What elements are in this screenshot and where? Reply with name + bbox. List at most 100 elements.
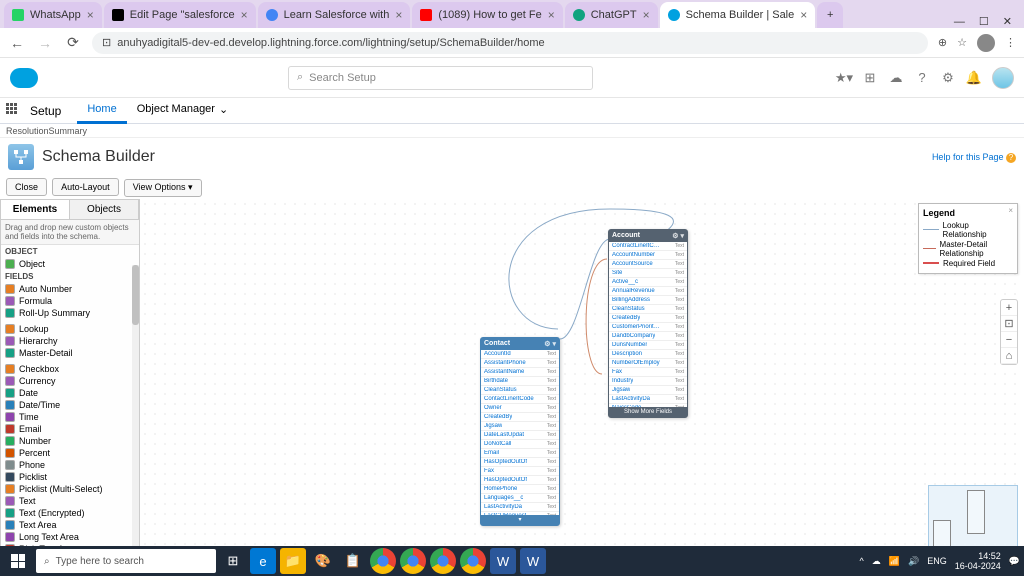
trailhead-icon[interactable]: ☁: [888, 70, 904, 86]
close-icon[interactable]: ×: [241, 8, 248, 22]
chrome-icon[interactable]: [430, 548, 456, 574]
auto-layout-button[interactable]: Auto-Layout: [52, 178, 119, 196]
zoom-out-button[interactable]: −: [1001, 332, 1017, 348]
view-options-button[interactable]: View Options ▾: [124, 179, 202, 197]
taskbar-search-input[interactable]: ⌕Type here to search: [36, 549, 216, 573]
add-icon[interactable]: ⊞: [862, 70, 878, 86]
chrome-icon[interactable]: [400, 548, 426, 574]
palette-field[interactable]: Phone: [1, 459, 139, 471]
browser-tab-active[interactable]: Schema Builder | Sale×: [660, 2, 816, 28]
palette-field[interactable]: Time: [1, 411, 139, 423]
help-icon[interactable]: ?: [914, 70, 930, 86]
object-card-account[interactable]: Account⚙ ▾ ContractLineItCodeTextAccount…: [608, 229, 688, 418]
field-row[interactable]: ContactLineItCodeText: [481, 395, 559, 404]
close-icon[interactable]: ×: [643, 8, 650, 22]
palette-field[interactable]: Lookup: [1, 323, 139, 335]
field-row[interactable]: Languages__cText: [481, 494, 559, 503]
field-row[interactable]: JigsawText: [481, 422, 559, 431]
palette-field[interactable]: Roll-Up Summary: [1, 307, 139, 319]
field-row[interactable]: LastActivityDaText: [609, 395, 687, 404]
edge-icon[interactable]: e: [250, 548, 276, 574]
field-row[interactable]: HasOptedOutOfText: [481, 458, 559, 467]
tab-objects[interactable]: Objects: [70, 200, 139, 219]
wifi-icon[interactable]: 📶: [889, 556, 900, 567]
field-row[interactable]: BirthdateText: [481, 377, 559, 386]
field-row[interactable]: FaxText: [481, 467, 559, 476]
notepad-icon[interactable]: 📋: [340, 548, 366, 574]
setup-search-input[interactable]: ⌕ Search Setup: [288, 66, 593, 90]
site-info-icon[interactable]: ⊡: [102, 36, 111, 49]
field-row[interactable]: HomePhoneText: [481, 485, 559, 494]
field-row[interactable]: AnnualRevenueText: [609, 287, 687, 296]
setup-gear-icon[interactable]: ⚙: [940, 70, 956, 86]
field-row[interactable]: AccountIdText: [481, 350, 559, 359]
field-row[interactable]: AccountSourceText: [609, 260, 687, 269]
field-row[interactable]: DateLastUpdatText: [481, 431, 559, 440]
forward-icon[interactable]: →: [36, 34, 54, 52]
field-row[interactable]: NaicsCodeText: [609, 404, 687, 407]
close-window-icon[interactable]: ✕: [1003, 15, 1012, 28]
field-row[interactable]: OwnerText: [481, 404, 559, 413]
browser-tab[interactable]: (1089) How to get Fe×: [412, 2, 562, 28]
back-icon[interactable]: ←: [8, 34, 26, 52]
field-row[interactable]: EmailText: [481, 449, 559, 458]
card-menu-icon[interactable]: ⚙ ▾: [544, 340, 556, 348]
close-button[interactable]: Close: [6, 178, 47, 196]
field-row[interactable]: CleanStatusText: [609, 305, 687, 314]
browser-tab[interactable]: ChatGPT×: [565, 2, 658, 28]
field-row[interactable]: JigsawText: [609, 386, 687, 395]
nav-home[interactable]: Home: [77, 98, 126, 124]
field-row[interactable]: Active__cText: [609, 278, 687, 287]
zoom-fit-button[interactable]: ⊡: [1001, 316, 1017, 332]
app-launcher-icon[interactable]: [6, 103, 22, 119]
show-more-fields[interactable]: Show More Fields: [609, 407, 687, 417]
zoom-reset-button[interactable]: ⌂: [1001, 348, 1017, 364]
card-footer[interactable]: ▾: [481, 515, 559, 525]
zoom-icon[interactable]: ⊕: [938, 36, 947, 49]
palette-field[interactable]: Hierarchy: [1, 335, 139, 347]
field-row[interactable]: AssistantNameText: [481, 368, 559, 377]
palette-field[interactable]: Date/Time: [1, 399, 139, 411]
field-row[interactable]: LastCURequestText: [481, 512, 559, 515]
field-row[interactable]: CustomerPriorit__cText: [609, 323, 687, 332]
palette-field[interactable]: Checkbox: [1, 363, 139, 375]
new-tab-button[interactable]: +: [817, 2, 843, 28]
explorer-icon[interactable]: 📁: [280, 548, 306, 574]
palette-field[interactable]: Currency: [1, 375, 139, 387]
palette-field[interactable]: Picklist: [1, 471, 139, 483]
minimize-icon[interactable]: ―: [954, 16, 965, 28]
field-row[interactable]: BillingAddressText: [609, 296, 687, 305]
field-row[interactable]: IndustryText: [609, 377, 687, 386]
palette-field[interactable]: Email: [1, 423, 139, 435]
url-input[interactable]: ⊡ anuhyadigital5-dev-ed.develop.lightnin…: [92, 32, 928, 54]
field-row[interactable]: DunsNumberText: [609, 341, 687, 350]
field-row[interactable]: NumberOfEmployText: [609, 359, 687, 368]
sidebar-scrollbar[interactable]: [132, 265, 139, 568]
field-row[interactable]: DescriptionText: [609, 350, 687, 359]
show-hidden-icon[interactable]: ^: [860, 556, 864, 566]
help-link[interactable]: Help for this Page ?: [932, 152, 1016, 163]
field-row[interactable]: DandbCompanyText: [609, 332, 687, 341]
avatar[interactable]: [992, 67, 1014, 89]
notifications-icon[interactable]: 🔔: [966, 70, 982, 86]
chrome-icon[interactable]: [460, 548, 486, 574]
field-row[interactable]: AssistantPhoneText: [481, 359, 559, 368]
palette-field[interactable]: Master-Detail: [1, 347, 139, 359]
palette-field[interactable]: Text Area: [1, 519, 139, 531]
schema-canvas[interactable]: Account⚙ ▾ ContractLineItCodeTextAccount…: [140, 199, 1024, 569]
zoom-in-button[interactable]: +: [1001, 300, 1017, 316]
close-icon[interactable]: ×: [1008, 206, 1013, 215]
cloud-sync-icon[interactable]: ☁: [872, 556, 881, 567]
palette-field[interactable]: Auto Number: [1, 283, 139, 295]
volume-icon[interactable]: 🔊: [908, 556, 919, 567]
reload-icon[interactable]: ⟳: [64, 34, 82, 52]
close-icon[interactable]: ×: [395, 8, 402, 22]
tab-elements[interactable]: Elements: [1, 200, 70, 219]
card-menu-icon[interactable]: ⚙ ▾: [672, 232, 684, 240]
palette-object[interactable]: Object: [1, 258, 139, 270]
menu-icon[interactable]: ⋮: [1005, 36, 1016, 49]
field-row[interactable]: LastActivityDaText: [481, 503, 559, 512]
field-row[interactable]: FaxText: [609, 368, 687, 377]
palette-field[interactable]: Percent: [1, 447, 139, 459]
palette-field[interactable]: Number: [1, 435, 139, 447]
